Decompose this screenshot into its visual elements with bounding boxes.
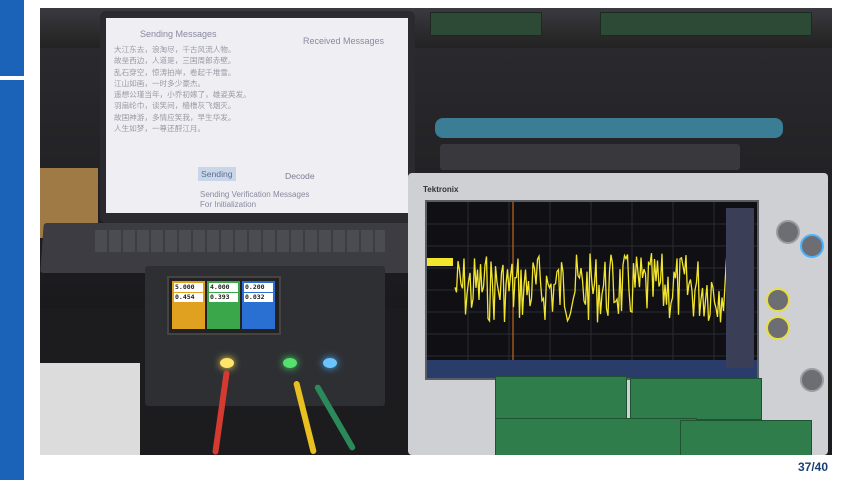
message-line: 乱石穿空，惊涛拍岸，卷起千堆雪。 <box>114 67 236 77</box>
message-line: 故垒西边，人道是，三国周郎赤壁。 <box>114 56 236 66</box>
laptop-keyboard <box>95 230 385 252</box>
lab-setup-photo: Sending Messages Received Messages 大江东去，… <box>40 8 832 455</box>
scope-knob-blue[interactable] <box>800 234 824 258</box>
verification-line-2: For Initialization <box>200 200 257 209</box>
scope-knob-yellow-2[interactable] <box>766 316 790 340</box>
circuit-board-1 <box>495 376 627 420</box>
blue-indicator-led <box>323 358 337 368</box>
scope-screen <box>425 200 759 380</box>
message-line: 故国神游，多情应笑我，早生华发。 <box>114 112 236 122</box>
verification-status: Sending Verification Messages For Initia… <box>200 190 309 210</box>
circuit-board-3 <box>495 418 697 455</box>
message-line: 遥想公瑾当年，小乔初嫁了，雄姿英发。 <box>114 90 251 100</box>
scope-top-unit <box>440 144 740 170</box>
sending-button[interactable]: Sending <box>198 167 236 181</box>
scope-knob-lower[interactable] <box>800 368 824 392</box>
circuit-board-2 <box>630 378 762 420</box>
channel-2-current: 0.393 <box>209 293 238 302</box>
green-indicator-led <box>283 358 297 368</box>
laptop-screen: Sending Messages Received Messages 大江东去，… <box>106 18 408 213</box>
channel-2-voltage: 4.000 <box>209 283 238 292</box>
scope-side-menu <box>726 208 754 368</box>
waveform-display <box>427 202 757 378</box>
accent-bar-notch <box>0 76 24 80</box>
message-line: 人生如梦，一尊还酹江月。 <box>114 124 206 134</box>
shelf-board-2 <box>600 12 812 36</box>
yellow-indicator-led <box>220 358 234 368</box>
received-messages-title: Received Messages <box>303 36 385 46</box>
message-line: 羽扇纶巾，谈笑间，樯橹灰飞烟灭。 <box>114 101 236 111</box>
sent-message-text: 大江东去，浪淘尽，千古风流人物。 故垒西边，人道是，三国周郎赤壁。 乱石穿空，惊… <box>114 44 254 134</box>
scope-knob[interactable] <box>776 220 800 244</box>
slide-accent-bar <box>0 0 24 480</box>
message-line: 大江东去，浪淘尽，千古风流人物。 <box>114 45 236 54</box>
sending-messages-title: Sending Messages <box>140 29 217 39</box>
power-supply-display: 5.000 0.454 4.000 0.393 0.200 0.032 <box>167 276 281 335</box>
decode-button[interactable]: Decode <box>282 169 318 183</box>
shelf-board-1 <box>430 12 542 36</box>
channel-2: 4.000 0.393 <box>207 281 240 329</box>
scope-brand: Tektronix <box>423 185 459 194</box>
channel-1-voltage: 5.000 <box>174 283 203 292</box>
circuit-board-4 <box>680 420 812 455</box>
channel-3-voltage: 0.200 <box>244 283 273 292</box>
instrument-box <box>40 363 140 455</box>
page-number: 37/40 <box>797 460 828 474</box>
verification-line-1: Sending Verification Messages <box>200 190 310 199</box>
message-line: 江山如画，一时多少豪杰。 <box>114 78 206 88</box>
channel-1-current: 0.454 <box>174 293 203 302</box>
channel-3-current: 0.032 <box>244 293 273 302</box>
scope-handle <box>435 118 783 138</box>
channel-1: 5.000 0.454 <box>172 281 205 329</box>
channel-marker <box>427 258 453 266</box>
channel-3: 0.200 0.032 <box>242 281 275 329</box>
scope-knob-yellow[interactable] <box>766 288 790 312</box>
